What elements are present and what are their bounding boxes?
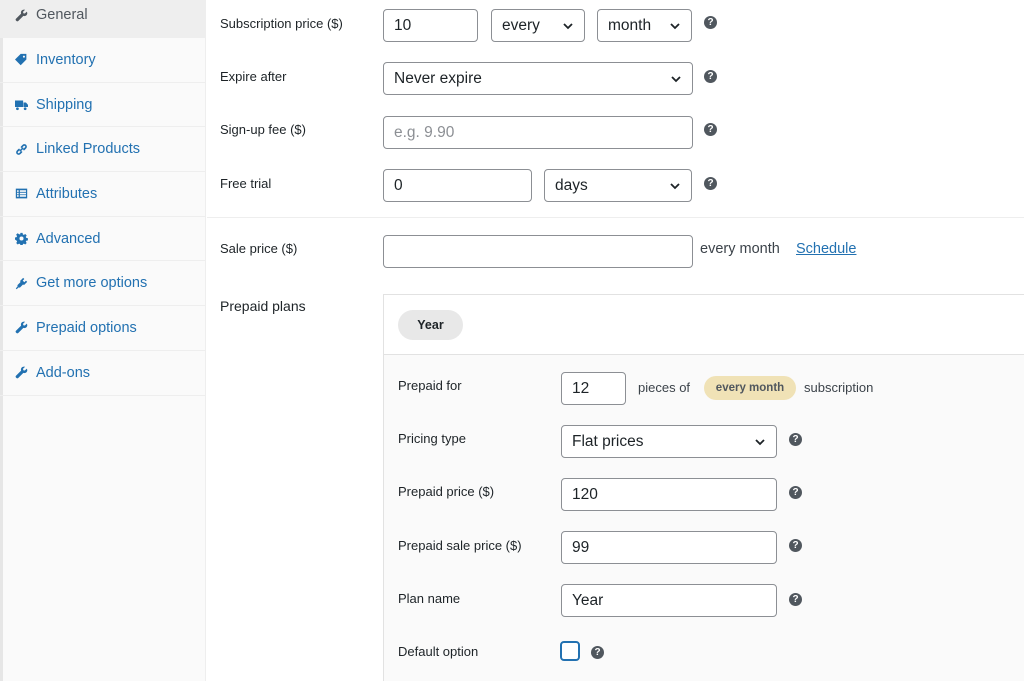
signup-fee-label: Sign-up fee ($) — [220, 122, 306, 137]
help-tip-icon[interactable]: ? — [789, 593, 802, 606]
tab-attributes-label: Attributes — [36, 185, 98, 202]
tab-shipping[interactable]: Shipping — [0, 83, 205, 128]
plan-name-input[interactable] — [561, 584, 777, 617]
chevron-down-icon — [668, 19, 682, 33]
wrench-icon — [13, 320, 29, 336]
wrench-icon — [13, 7, 29, 23]
truck-icon — [13, 97, 29, 113]
tab-get-more-options[interactable]: Get more options — [0, 261, 205, 307]
free-trial-label: Free trial — [220, 176, 272, 191]
section-divider — [207, 217, 1024, 218]
sale-price-suffix: every month — [700, 241, 780, 257]
default-option-label: Default option — [398, 644, 479, 659]
plan-tab-year[interactable]: Year — [398, 310, 463, 340]
link-icon — [13, 141, 29, 157]
billing-period-badge: every month — [704, 376, 796, 400]
tab-shipping-label: Shipping — [36, 96, 93, 113]
billing-interval-value: every — [502, 16, 540, 34]
help-tip-icon[interactable]: ? — [704, 123, 717, 136]
gear-icon — [13, 231, 29, 247]
tab-advanced-label: Advanced — [36, 230, 101, 247]
tab-general-label: General — [36, 7, 88, 23]
prepaid-price-input[interactable] — [561, 478, 777, 511]
signup-fee-input[interactable] — [383, 116, 693, 149]
free-trial-period-value: days — [555, 176, 588, 194]
sale-price-input[interactable] — [383, 235, 693, 268]
prepaid-price-label: Prepaid price ($) — [398, 484, 495, 499]
help-tip-icon[interactable]: ? — [704, 16, 717, 29]
help-tip-icon[interactable]: ? — [704, 177, 717, 190]
tab-prepaid-options[interactable]: Prepaid options — [0, 306, 205, 351]
billing-interval-select[interactable]: every — [491, 9, 585, 42]
plugin-icon — [13, 275, 29, 291]
subscription-price-label: Subscription price ($) — [220, 16, 343, 31]
expire-after-label: Expire after — [220, 69, 287, 84]
prepaid-sale-price-label: Prepaid sale price ($) — [398, 538, 522, 553]
chevron-down-icon — [669, 72, 683, 86]
schedule-link[interactable]: Schedule — [796, 241, 856, 257]
prepaid-for-label: Prepaid for — [398, 378, 462, 393]
free-trial-length-input[interactable] — [383, 169, 532, 202]
billing-period-select[interactable]: month — [597, 9, 692, 42]
pricing-type-value: Flat prices — [572, 432, 644, 450]
tab-add-ons[interactable]: Add-ons — [0, 351, 205, 396]
tab-inventory[interactable]: Inventory — [0, 38, 205, 83]
pricing-type-select[interactable]: Flat prices — [561, 425, 777, 458]
default-option-checkbox[interactable] — [560, 641, 580, 661]
prepaid-plans-label: Prepaid plans — [220, 298, 306, 314]
help-tip-icon[interactable]: ? — [789, 539, 802, 552]
prepaid-plans-box: Year Prepaid for pieces of every month s… — [383, 294, 1024, 681]
help-tip-icon[interactable]: ? — [789, 433, 802, 446]
tab-inventory-label: Inventory — [36, 51, 96, 68]
tab-linked-products-label: Linked Products — [36, 141, 140, 158]
tab-advanced[interactable]: Advanced — [0, 217, 205, 262]
tab-get-more-options-label: Get more options — [36, 275, 148, 292]
general-panel: Subscription price ($) every month ? Exp… — [207, 0, 1024, 681]
tag-icon — [13, 52, 29, 68]
product-data-tabs: General Inventory Shipping Linked Produc… — [0, 0, 206, 681]
tab-attributes[interactable]: Attributes — [0, 172, 205, 217]
tabs-list: General Inventory Shipping Linked Produc… — [0, 0, 205, 396]
billing-period-value: month — [608, 16, 652, 34]
pieces-of-text: pieces of — [638, 380, 691, 395]
chevron-down-icon — [668, 179, 682, 193]
expire-after-select[interactable]: Never expire — [383, 62, 693, 95]
prepaid-for-input[interactable] — [561, 372, 626, 405]
sale-price-label: Sale price ($) — [220, 241, 298, 256]
wrench-icon — [13, 365, 29, 381]
prepaid-plans-tabs: Year — [384, 295, 1024, 355]
help-tip-icon[interactable]: ? — [789, 486, 802, 499]
list-table-icon — [13, 186, 29, 202]
prepaid-sale-price-input[interactable] — [561, 531, 777, 564]
subscription-suffix-text: subscription — [804, 380, 874, 395]
tab-prepaid-options-label: Prepaid options — [36, 319, 137, 336]
subscription-price-input[interactable] — [383, 9, 478, 42]
pricing-type-label: Pricing type — [398, 431, 466, 446]
chevron-down-icon — [561, 19, 575, 33]
tab-linked-products[interactable]: Linked Products — [0, 127, 205, 173]
tab-add-ons-label: Add-ons — [36, 364, 91, 381]
help-tip-icon[interactable]: ? — [704, 70, 717, 83]
expire-after-value: Never expire — [394, 69, 482, 87]
plan-name-label: Plan name — [398, 591, 461, 606]
free-trial-period-select[interactable]: days — [544, 169, 692, 202]
help-tip-icon[interactable]: ? — [591, 646, 604, 659]
tab-general[interactable]: General — [0, 0, 205, 38]
chevron-down-icon — [753, 435, 767, 449]
